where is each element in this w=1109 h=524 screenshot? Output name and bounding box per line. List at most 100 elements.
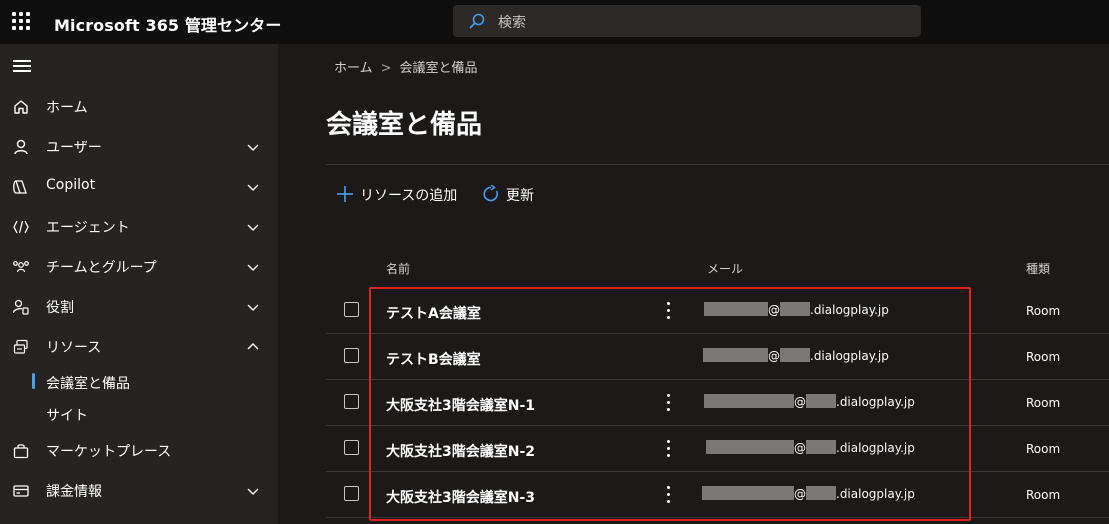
more-options-icon[interactable] xyxy=(662,440,674,460)
email-at: @ xyxy=(794,441,806,455)
row-checkbox[interactable] xyxy=(344,440,359,455)
table-row[interactable]: テストB会議室 @ .dialogplay.jp Room xyxy=(326,334,1109,380)
row-name[interactable]: 大阪支社3階会議室N-1 xyxy=(386,395,535,415)
add-resource-button[interactable]: リソースの追加 xyxy=(336,184,466,204)
refresh-button[interactable]: 更新 xyxy=(482,184,552,204)
top-bar: Microsoft 365 管理センター 検索 xyxy=(0,0,1109,44)
chevron-down-icon[interactable] xyxy=(246,300,260,314)
chevron-down-icon[interactable] xyxy=(246,220,260,234)
redacted-block xyxy=(702,486,794,500)
sidebar-item-teams-groups[interactable]: チームとグループ xyxy=(0,246,278,286)
redacted-block xyxy=(706,440,794,454)
row-email: @ .dialogplay.jp xyxy=(702,486,915,501)
chevron-down-icon[interactable] xyxy=(246,140,260,154)
sidebar-item-users[interactable]: ユーザー xyxy=(0,126,278,166)
sidebar-item-label: Copilot xyxy=(46,177,96,193)
sidebar-item-home[interactable]: ホーム xyxy=(0,86,278,126)
redacted-block xyxy=(704,394,794,408)
breadcrumb-home-link[interactable]: ホーム xyxy=(334,61,373,76)
row-name[interactable]: テストA会議室 xyxy=(386,303,481,323)
redacted-block xyxy=(704,302,768,316)
chevron-right-icon: > xyxy=(380,61,392,76)
column-header-email[interactable]: メール xyxy=(707,260,743,277)
search-box[interactable]: 検索 xyxy=(453,5,921,37)
app-launcher-icon[interactable] xyxy=(12,12,30,30)
card-icon xyxy=(13,485,29,497)
redacted-block xyxy=(780,302,810,316)
table-row[interactable]: 大阪支社3階会議室N-1 @ .dialogplay.jp Room xyxy=(326,380,1109,426)
sidebar-item-label: 役割 xyxy=(46,300,74,316)
chevron-down-icon[interactable] xyxy=(246,484,260,498)
sidebar-item-roles[interactable]: 役割 xyxy=(0,286,278,326)
row-checkbox[interactable] xyxy=(344,302,359,317)
row-type: Room xyxy=(1026,396,1061,410)
email-at: @ xyxy=(768,349,780,363)
email-domain: .dialogplay.jp xyxy=(836,395,915,409)
sidebar-item-label: チームとグループ xyxy=(46,260,157,276)
email-domain: .dialogplay.jp xyxy=(836,441,915,455)
agent-icon xyxy=(13,220,29,234)
search-placeholder: 検索 xyxy=(498,15,526,31)
sidebar-item-agents[interactable]: エージェント xyxy=(0,206,278,246)
email-at: @ xyxy=(794,395,806,409)
refresh-label: 更新 xyxy=(506,188,534,204)
redacted-block xyxy=(806,440,836,454)
home-icon xyxy=(14,100,28,114)
email-domain: .dialogplay.jp xyxy=(810,349,889,363)
more-options-icon[interactable] xyxy=(662,394,674,414)
person-icon xyxy=(14,139,28,155)
row-type: Room xyxy=(1026,442,1061,456)
table-row[interactable]: テストA会議室 @ .dialogplay.jp Room xyxy=(326,288,1109,334)
row-email: @ .dialogplay.jp xyxy=(704,394,915,409)
redacted-block xyxy=(806,486,836,500)
row-name[interactable]: 大阪支社3階会議室N-2 xyxy=(386,441,535,461)
sidebar-subitem-sites[interactable]: サイト xyxy=(0,398,278,430)
chevron-up-icon[interactable] xyxy=(246,340,260,354)
bag-icon xyxy=(13,444,29,459)
email-at: @ xyxy=(768,303,780,317)
sidebar-item-label: リソース xyxy=(46,340,102,356)
row-checkbox[interactable] xyxy=(344,348,359,363)
redacted-block xyxy=(806,394,836,408)
column-header-type[interactable]: 種類 xyxy=(1026,260,1050,277)
sidebar-subitem-label: サイト xyxy=(46,408,88,424)
email-domain: .dialogplay.jp xyxy=(836,487,915,501)
table-row[interactable]: 大阪支社3階会議室N-3 @ .dialogplay.jp Room xyxy=(326,472,1109,518)
chevron-down-icon[interactable] xyxy=(246,260,260,274)
plus-icon xyxy=(337,186,353,202)
sidebar-item-marketplace[interactable]: マーケットプレース xyxy=(0,430,278,470)
refresh-icon xyxy=(483,185,498,202)
row-name[interactable]: テストB会議室 xyxy=(386,349,481,369)
role-icon xyxy=(12,299,29,315)
sidebar: ホーム ユーザー Copilot エージェント チームとグループ 役割 リソース… xyxy=(0,44,278,524)
divider xyxy=(326,164,1109,165)
search-icon xyxy=(469,13,485,29)
chevron-down-icon[interactable] xyxy=(246,180,260,194)
sidebar-item-copilot[interactable]: Copilot xyxy=(0,166,278,206)
row-type: Room xyxy=(1026,304,1061,318)
redacted-block xyxy=(703,348,768,362)
sidebar-item-label: マーケットプレース xyxy=(46,444,172,460)
app-title[interactable]: Microsoft 365 管理センター xyxy=(54,12,281,36)
sidebar-item-resources[interactable]: リソース xyxy=(0,326,278,366)
sidebar-item-billing[interactable]: 課金情報 xyxy=(0,470,278,510)
breadcrumb: ホーム > 会議室と備品 xyxy=(334,57,478,76)
more-options-icon[interactable] xyxy=(662,302,674,322)
sidebar-subitem-rooms-equipment[interactable]: 会議室と備品 xyxy=(0,366,278,398)
main-content: ホーム > 会議室と備品 会議室と備品 リソースの追加 更新 名前 メール 種類 テ… xyxy=(278,44,1109,524)
page-title: 会議室と備品 xyxy=(326,110,483,140)
hamburger-menu-icon[interactable] xyxy=(13,60,31,72)
row-name[interactable]: 大阪支社3階会議室N-3 xyxy=(386,487,535,507)
row-checkbox[interactable] xyxy=(344,486,359,501)
more-options-icon[interactable] xyxy=(662,486,674,506)
table-row[interactable]: 大阪支社3階会議室N-2 @ .dialogplay.jp Room xyxy=(326,426,1109,472)
resources-icon xyxy=(13,339,28,354)
row-email: @ .dialogplay.jp xyxy=(704,302,889,317)
sidebar-item-label: エージェント xyxy=(46,220,130,236)
row-email: @ .dialogplay.jp xyxy=(703,348,889,363)
sidebar-item-label: ユーザー xyxy=(46,140,102,156)
sidebar-subitem-label: 会議室と備品 xyxy=(46,376,130,392)
column-header-name[interactable]: 名前 xyxy=(386,260,410,277)
row-checkbox[interactable] xyxy=(344,394,359,409)
row-type: Room xyxy=(1026,488,1061,502)
